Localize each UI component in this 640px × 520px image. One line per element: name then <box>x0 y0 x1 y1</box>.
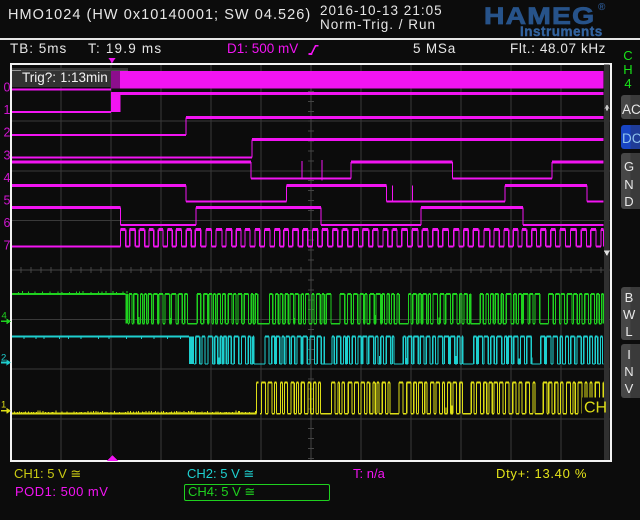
svg-text:2: 2 <box>4 126 11 140</box>
svg-text:CH: CH <box>584 400 607 417</box>
svg-text:1: 1 <box>1 400 6 411</box>
svg-text:5: 5 <box>4 194 11 208</box>
svg-text:6: 6 <box>4 216 11 230</box>
svg-text:1: 1 <box>4 103 11 117</box>
svg-text:3: 3 <box>4 148 11 162</box>
svg-text:4: 4 <box>4 171 11 185</box>
svg-text:7: 7 <box>4 239 11 253</box>
svg-text:0: 0 <box>4 81 11 95</box>
svg-text:4: 4 <box>2 311 7 322</box>
